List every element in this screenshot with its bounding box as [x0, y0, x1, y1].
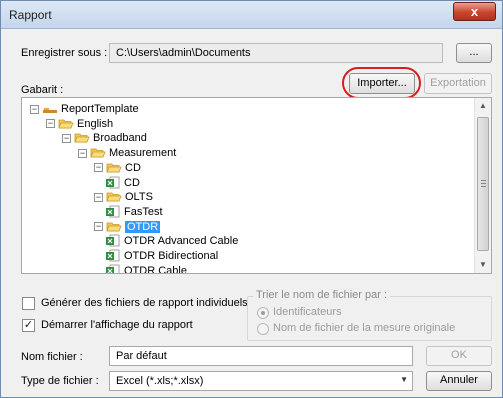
sort-groupbox	[247, 296, 492, 341]
report-template-icon	[105, 264, 121, 273]
report-template-icon	[105, 249, 121, 263]
ok-button-label: OK	[451, 349, 467, 361]
folder-open-icon	[74, 132, 90, 144]
tree-item[interactable]: CD	[105, 175, 140, 191]
tree-item[interactable]: OTDR Advanced Cable	[105, 233, 238, 249]
export-button[interactable]: Exportation	[424, 73, 492, 94]
tree-item-label: English	[77, 117, 114, 130]
tree-item-label: OTDR Bidirectional	[124, 250, 219, 262]
tree-scrollbar[interactable]: ▲ ▼	[474, 98, 491, 273]
scroll-down-icon[interactable]: ▼	[475, 257, 491, 273]
tree-item-label: OTDR	[125, 220, 161, 233]
cancel-button[interactable]: Annuler	[426, 371, 492, 391]
individual-reports-label: Générer des fichiers de rapport individu…	[41, 297, 248, 309]
tree-item[interactable]: − Measurement	[78, 145, 176, 161]
collapse-icon[interactable]: −	[46, 119, 55, 129]
file-name-value: Par défaut	[116, 350, 167, 362]
sort-measure-name-radio[interactable]	[257, 323, 269, 335]
tree-item-label: OLTS	[125, 191, 153, 204]
close-icon: x	[470, 4, 479, 19]
tree-item-label: Broadband	[93, 132, 147, 145]
file-name-input[interactable]: Par défaut	[109, 346, 413, 366]
collapse-icon[interactable]: −	[94, 192, 103, 202]
tree-item[interactable]: − OLTS	[94, 189, 153, 205]
tree-item[interactable]: − ReportTemplate	[30, 101, 139, 117]
tree-item-label: OTDR Cable	[124, 264, 187, 274]
browse-button-label: ...	[469, 46, 479, 58]
title-bar: Rapport x	[1, 1, 502, 29]
template-label: Gabarit :	[21, 84, 64, 96]
start-display-label: Démarrer l'affichage du rapport	[41, 319, 193, 331]
browse-button[interactable]: ...	[456, 43, 492, 63]
tree-item-label: OTDR Advanced Cable	[124, 235, 239, 248]
close-button[interactable]: x	[453, 2, 496, 21]
sort-identifiers-radio[interactable]	[257, 307, 269, 319]
template-tree[interactable]: − ReportTemplate − English − Broadband − Measur…	[21, 97, 492, 274]
folder-open-icon	[106, 221, 122, 233]
file-type-select[interactable]: Excel (*.xls;*.xlsx) ▼	[109, 371, 413, 391]
highlight-annotation	[342, 67, 421, 99]
file-type-value: Excel (*.xls;*.xlsx)	[116, 375, 204, 387]
tree-item[interactable]: − OTDR	[94, 219, 161, 235]
cancel-button-label: Annuler	[440, 374, 478, 386]
collapse-icon[interactable]: −	[94, 222, 103, 232]
collapse-icon[interactable]: −	[30, 104, 39, 114]
report-dialog: Rapport x Enregistrer sous : C:\Users\ad…	[0, 0, 503, 398]
report-template-icon	[105, 205, 121, 219]
tree-item[interactable]: − Broadband	[62, 130, 147, 146]
scroll-thumb[interactable]	[477, 117, 489, 251]
tree-item-label: ReportTemplate	[61, 103, 139, 115]
folder-open-icon	[106, 162, 122, 174]
save-path-field[interactable]: C:\Users\admin\Documents	[109, 43, 443, 63]
save-path-value: C:\Users\admin\Documents	[116, 47, 251, 59]
scroll-up-icon[interactable]: ▲	[475, 98, 491, 114]
tree-item[interactable]: FasTest	[105, 204, 163, 220]
window-title: Rapport	[9, 8, 52, 22]
start-display-checkbox[interactable]: ✓	[22, 319, 35, 332]
check-icon: ✓	[23, 319, 34, 331]
dropdown-arrow-icon: ▼	[400, 375, 408, 384]
tree-item-label: CD	[125, 161, 141, 174]
file-type-label: Type de fichier :	[21, 375, 99, 387]
export-button-label: Exportation	[430, 77, 486, 89]
sort-measure-name-label: Nom de fichier de la mesure originale	[273, 322, 456, 334]
ok-button[interactable]: OK	[426, 346, 492, 366]
tree-item[interactable]: OTDR Cable	[105, 263, 187, 274]
folder-open-icon	[106, 191, 122, 203]
file-name-label: Nom fichier :	[21, 351, 83, 363]
save-as-label: Enregistrer sous :	[21, 47, 108, 59]
report-template-icon	[105, 234, 121, 248]
root-template-icon	[42, 103, 58, 115]
sort-legend: Trier le nom de fichier par :	[253, 289, 391, 301]
individual-reports-checkbox[interactable]	[22, 297, 35, 310]
folder-open-icon	[58, 118, 74, 130]
radio-dot-icon	[261, 311, 265, 315]
folder-open-icon	[90, 147, 106, 159]
tree-item[interactable]: − English	[46, 116, 113, 132]
collapse-icon[interactable]: −	[62, 133, 71, 143]
report-template-icon	[105, 176, 121, 190]
tree-item-label: Measurement	[109, 147, 177, 160]
tree-item[interactable]: − CD	[94, 160, 141, 176]
collapse-icon[interactable]: −	[78, 148, 87, 158]
sort-identifiers-label: Identificateurs	[273, 306, 342, 318]
tree-item-label: CD	[124, 176, 140, 189]
tree-item-label: FasTest	[124, 205, 163, 218]
tree-item[interactable]: OTDR Bidirectional	[105, 248, 218, 264]
collapse-icon[interactable]: −	[94, 163, 103, 173]
